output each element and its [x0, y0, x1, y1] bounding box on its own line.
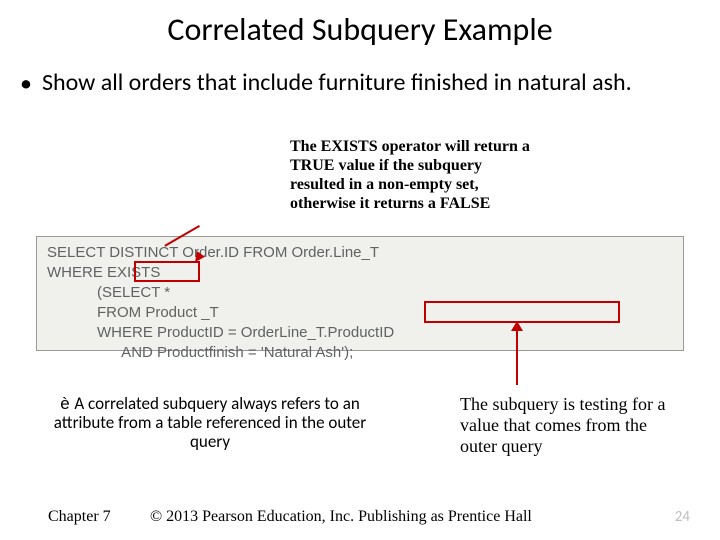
- sql-code-box: SELECT DISTINCT Order.ID FROM Order.Line…: [36, 236, 684, 351]
- footer-copyright: © 2013 Pearson Education, Inc. Publishin…: [150, 508, 532, 526]
- footer-chapter: Chapter 7: [48, 508, 111, 526]
- exists-explanation: The EXISTS operator will return a TRUE v…: [290, 137, 540, 213]
- arrow-right-icon: è: [60, 394, 74, 413]
- correlated-note-text: A correlated subquery always refers to a…: [54, 393, 366, 452]
- bullet-item: • Show all orders that include furniture…: [0, 49, 720, 99]
- bullet-marker: •: [20, 69, 42, 99]
- slide-title: Correlated Subquery Example: [0, 0, 720, 49]
- correlated-note: è A correlated subquery always refers to…: [40, 394, 380, 451]
- outer-query-note: The subquery is testing for a value that…: [460, 394, 670, 457]
- footer-page-number: 24: [675, 508, 690, 526]
- bullet-text: Show all orders that include furniture f…: [42, 69, 632, 97]
